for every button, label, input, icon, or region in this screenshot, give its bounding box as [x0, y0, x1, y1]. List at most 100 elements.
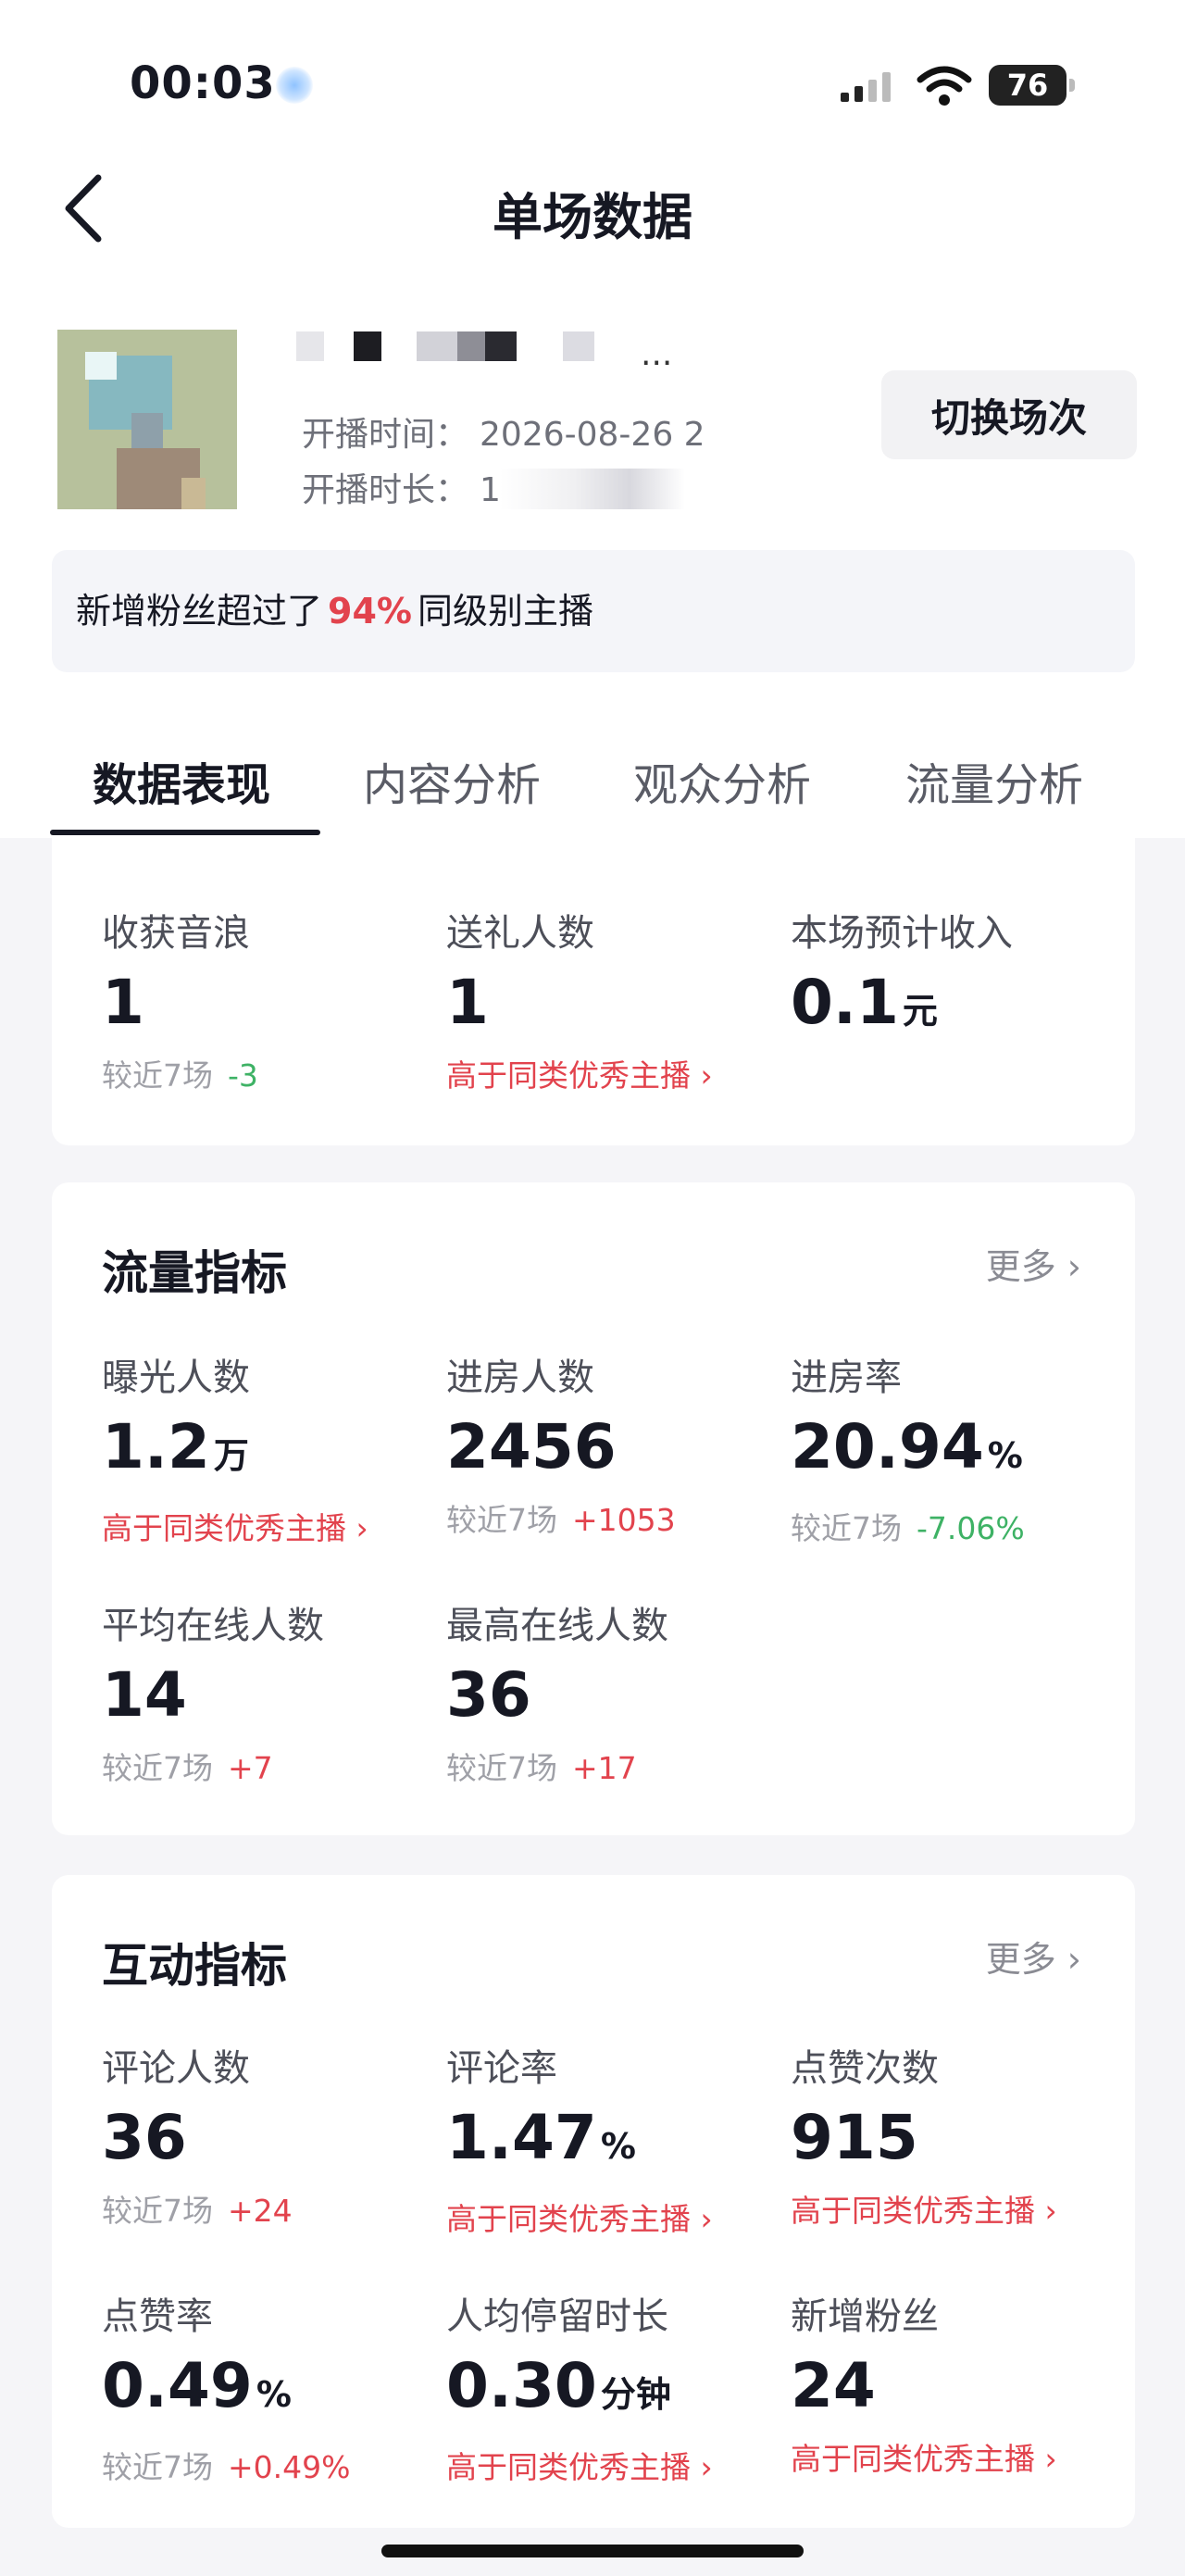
delta: -7.06%	[917, 1510, 1025, 1546]
traffic-metrics-card: 流量指标 更多 › 曝光人数 1.2 万 高于同类优秀主播 › 进房人数 2456…	[52, 1182, 1135, 1835]
compare-label: 较近7场	[446, 1750, 557, 1786]
metric-comment-rate: 评论率 1.47% 高于同类优秀主播 ›	[446, 2038, 791, 2239]
label: 评论人数	[102, 2047, 250, 2090]
metric-new-followers: 新增粉丝 24 高于同类优秀主播 ›	[791, 2286, 1135, 2479]
metric-exposure: 曝光人数 1.2 万 高于同类优秀主播 ›	[102, 1347, 446, 1548]
metric-peak-online: 最高在线人数 36 较近7场 +17	[446, 1595, 791, 1788]
battery-level: 76	[1006, 68, 1049, 103]
metric-value: 1	[446, 966, 791, 1040]
start-time-label: 开播时间：	[302, 416, 469, 454]
header-area: 00:03 76 单场数据 ... 开播时间： 2026-08-26 2 开播时…	[0, 0, 1185, 838]
fans-growth-notice: 新增粉丝超过了 94% 同级别主播	[52, 550, 1135, 672]
start-time-blur	[713, 407, 852, 456]
label: 最高在线人数	[446, 1605, 668, 1647]
better-text: 高于同类优秀主播	[446, 2201, 691, 2237]
home-indicator	[381, 2545, 804, 2557]
revenue-card: 收获音浪 1 较近7场 -3 送礼人数 1 高于同类优秀主播 › 本场预计收入 0…	[52, 838, 1135, 1145]
value: 0.30	[446, 2350, 597, 2421]
better-than-peers-link[interactable]: 高于同类优秀主播 ›	[791, 2434, 1135, 2479]
value: 36	[102, 2102, 187, 2173]
notice-suffix: 同级别主播	[417, 591, 593, 631]
metric-label: 收获音浪	[102, 912, 250, 955]
unit: 万	[213, 1435, 249, 1476]
tab-active-indicator	[50, 830, 320, 835]
more: 更多	[985, 1246, 1056, 1287]
interaction-more-link[interactable]: 更多 ›	[986, 1931, 1081, 1982]
label: 点赞率	[102, 2295, 213, 2338]
label: 点赞次数	[791, 2047, 939, 2090]
value: 20.94	[791, 1411, 984, 1482]
tab-bar: 数据表现 内容分析 观众分析 流量分析	[0, 741, 1185, 838]
value: 0.49	[102, 2350, 253, 2421]
better-than-peers-link[interactable]: 高于同类优秀主播 ›	[102, 1504, 446, 1548]
chevron-right-icon: ›	[691, 2201, 713, 2237]
metric-sound-waves: 收获音浪 1 较近7场 -3	[102, 903, 446, 1095]
live-cover-thumbnail	[57, 330, 237, 509]
chevron-right-icon: ›	[1055, 1246, 1081, 1287]
label: 评论率	[446, 2047, 557, 2090]
switch-session-button[interactable]: 切换场次	[881, 370, 1137, 459]
label: 进房人数	[446, 1357, 594, 1399]
metric-room-entries: 进房人数 2456 较近7场 +1053	[446, 1347, 791, 1540]
metric-gift-senders: 送礼人数 1 高于同类优秀主播 ›	[446, 903, 791, 1095]
delta: -3	[228, 1057, 258, 1094]
better-text: 高于同类优秀主播	[446, 2449, 691, 2485]
better-text: 高于同类优秀主播	[791, 2193, 1035, 2229]
better-than-peers-link[interactable]: 高于同类优秀主播 ›	[446, 1051, 791, 1095]
unit: 元	[902, 991, 938, 1032]
battery-icon: 76	[989, 65, 1075, 106]
better-text: 高于同类优秀主播	[791, 2441, 1035, 2477]
label: 平均在线人数	[102, 1605, 324, 1647]
duration-label: 开播时长：	[302, 471, 469, 509]
compare-label: 较近7场	[102, 1057, 213, 1094]
duration-row: 开播时长： 1	[302, 463, 501, 511]
better-text: 高于同类优秀主播	[446, 1057, 691, 1094]
chevron-right-icon: ›	[1035, 2193, 1057, 2229]
chevron-right-icon: ›	[691, 2449, 713, 2485]
card-title: 流量指标	[102, 1246, 287, 1300]
better-than-peers-link[interactable]: 高于同类优秀主播 ›	[446, 2443, 791, 2487]
label: 进房率	[791, 1357, 902, 1399]
compare-label: 较近7场	[102, 2193, 213, 2229]
start-time-row: 开播时间： 2026-08-26 2	[302, 407, 705, 456]
value: 915	[791, 2102, 918, 2173]
tab-audience-analysis[interactable]: 观众分析	[633, 748, 811, 841]
traffic-more-link[interactable]: 更多 ›	[986, 1238, 1081, 1289]
wifi-icon	[917, 66, 972, 106]
metric-like-rate: 点赞率 0.49% 较近7场 +0.49%	[102, 2286, 446, 2487]
value: 1.2	[102, 1411, 210, 1482]
cellular-signal-icon	[841, 72, 891, 102]
compare-label: 较近7场	[102, 1750, 213, 1786]
metric-compare: 较近7场 -3	[102, 1051, 446, 1095]
metric-label: 本场预计收入	[791, 912, 1013, 955]
start-time-value: 2026-08-26 2	[480, 416, 705, 454]
anchor-name-obscured	[293, 326, 681, 372]
metric-likes: 点赞次数 915 高于同类优秀主播 ›	[791, 2038, 1135, 2231]
better-than-peers-link[interactable]: 高于同类优秀主播 ›	[791, 2186, 1135, 2231]
value: 1.47	[446, 2102, 597, 2173]
compare-label: 较近7场	[791, 1510, 902, 1546]
value: 1	[446, 967, 489, 1038]
delta: +1053	[572, 1502, 676, 1538]
unit: 分钟	[600, 2374, 671, 2415]
delta: +7	[228, 1750, 273, 1786]
label: 人均停留时长	[446, 2295, 668, 2338]
duration-value: 1	[480, 471, 501, 509]
unit: %	[987, 1435, 1023, 1476]
metric-value: 0.1 元	[791, 966, 1135, 1048]
page-title: 单场数据	[493, 188, 692, 246]
tab-data-performance[interactable]: 数据表现	[93, 748, 270, 841]
status-time: 00:03	[130, 57, 276, 109]
value: 0.1	[791, 967, 899, 1038]
tab-traffic-analysis[interactable]: 流量分析	[905, 748, 1083, 841]
better-than-peers-link[interactable]: 高于同类优秀主播 ›	[446, 2195, 791, 2239]
tab-content-analysis[interactable]: 内容分析	[363, 748, 541, 841]
better-text: 高于同类优秀主播	[102, 1510, 346, 1546]
metric-label: 送礼人数	[446, 912, 594, 955]
chevron-right-icon: ›	[691, 1057, 713, 1094]
notice-prefix: 新增粉丝超过了	[76, 591, 323, 631]
notice-percent: 94%	[328, 591, 412, 631]
value: 14	[102, 1659, 187, 1731]
anchor-name-ellipsis: ...	[641, 335, 673, 373]
duration-blur	[500, 469, 685, 509]
